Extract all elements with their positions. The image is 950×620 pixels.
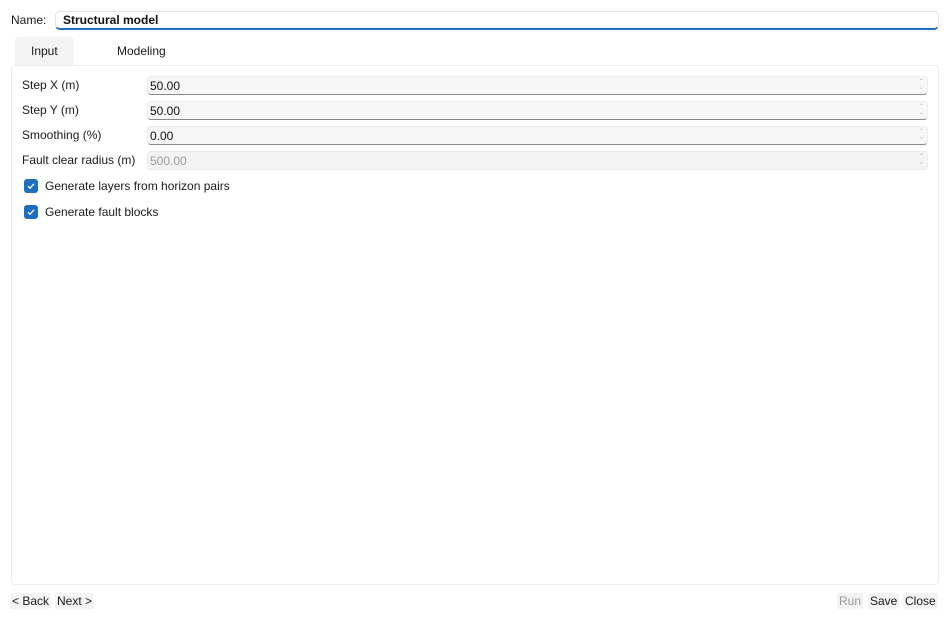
back-button[interactable]: < Back [10,593,52,609]
fault-clear-radius-spinner-icon: ⌃ ⌄ [918,154,924,166]
generate-fault-blocks-checkbox[interactable] [24,205,38,219]
smoothing-label: Smoothing (%) [22,128,102,142]
next-button[interactable]: Next > [55,593,95,609]
step-y-input[interactable] [147,101,928,120]
tab-modeling[interactable]: Modeling [101,37,182,65]
tab-input-data[interactable]: Input data [15,37,74,86]
step-x-spinner-icon[interactable]: ⌃ ⌄ [919,79,924,91]
step-x-input[interactable] [147,76,928,95]
fault-clear-radius-label: Fault clear radius (m) [22,153,136,167]
name-input[interactable] [55,11,939,30]
smoothing-spinner-icon[interactable]: ⌃ ⌄ [919,129,924,141]
smoothing-row: Smoothing (%) ⌃⌄ [22,126,928,145]
smoothing-input[interactable] [147,126,928,145]
step-y-label: Step Y (m) [22,103,79,117]
checkmark-icon [27,209,35,216]
run-button: Run [837,593,864,609]
step-x-label: Step X (m) [22,78,80,92]
input-data-panel: Step X (m) ⌃⌄ Step Y (m) ⌃⌄ Smoothing (%… [11,65,939,585]
save-button[interactable]: Save [868,593,900,609]
step-x-row: Step X (m) ⌃⌄ [22,76,928,95]
name-row: Name: [11,11,939,30]
name-label: Name: [11,13,47,27]
close-button[interactable]: Close [903,593,938,609]
step-y-spinner-icon[interactable]: ⌃ ⌄ [919,104,924,116]
generate-fault-blocks-label: Generate fault blocks [45,205,159,219]
generate-layers-checkbox[interactable] [24,179,38,193]
fault-clear-radius-row: Fault clear radius (m) ⌃⌄ [22,151,928,170]
step-y-row: Step Y (m) ⌃⌄ [22,101,928,120]
generate-layers-label: Generate layers from horizon pairs [45,179,230,193]
checkmark-icon [27,183,35,190]
fault-clear-radius-input [147,151,928,170]
